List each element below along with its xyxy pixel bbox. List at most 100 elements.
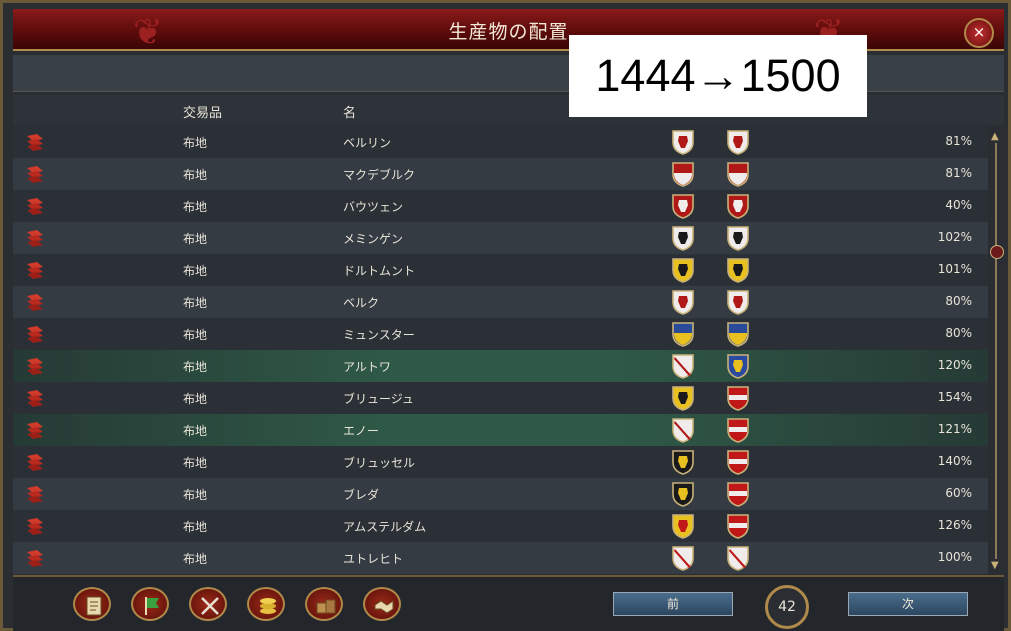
- owner-1500-shield-icon[interactable]: [726, 257, 750, 284]
- page-number: 42: [765, 585, 809, 629]
- cloth-icon: [24, 388, 46, 408]
- crossed-swords-button[interactable]: [189, 587, 227, 621]
- owner-1500-shield-icon[interactable]: [726, 193, 750, 220]
- cloth-icon: [24, 356, 46, 376]
- scrollbar[interactable]: ▲ ▼: [990, 131, 1004, 571]
- owner-1444-shield-icon[interactable]: [671, 481, 695, 508]
- crates-icon: [316, 599, 336, 614]
- owner-1500-shield-icon[interactable]: [726, 321, 750, 348]
- table-row[interactable]: 布地 アルトワ 120%: [13, 350, 988, 382]
- owner-1444-shield-icon[interactable]: [671, 321, 695, 348]
- table-row[interactable]: 布地 ユトレヒト 100%: [13, 542, 988, 574]
- owner-1500-shield-icon[interactable]: [726, 417, 750, 444]
- trade-good-cell: 布地: [183, 232, 208, 246]
- table-row[interactable]: 布地 ブリュージュ 154%: [13, 382, 988, 414]
- flag-icon: [145, 597, 159, 615]
- production-percent-cell: 101%: [937, 262, 972, 276]
- table-row[interactable]: 布地 ドルトムント 101%: [13, 254, 988, 286]
- trade-good-cell: 布地: [183, 552, 208, 566]
- province-name-cell: エノー: [343, 424, 380, 438]
- owner-1500-shield-icon[interactable]: [726, 353, 750, 380]
- province-name-cell: ミュンスター: [343, 328, 415, 342]
- owner-1500-shield-icon[interactable]: [726, 449, 750, 476]
- trade-good-header[interactable]: 交易品: [183, 102, 222, 121]
- owner-1444-shield-icon[interactable]: [671, 417, 695, 444]
- table-row[interactable]: 布地 アムステルダム 126%: [13, 510, 988, 542]
- next-button[interactable]: 次: [848, 592, 968, 616]
- scroll-thumb[interactable]: [990, 245, 1004, 259]
- production-percent-cell: 81%: [945, 166, 972, 180]
- owner-1444-shield-icon[interactable]: [671, 449, 695, 476]
- name-header[interactable]: 名: [343, 102, 356, 121]
- scroll-track[interactable]: [995, 143, 997, 559]
- cloth-icon: [24, 196, 46, 216]
- trade-good-cell: 布地: [183, 520, 208, 534]
- province-name-cell: アムステルダム: [343, 520, 427, 534]
- production-percent-cell: 60%: [945, 486, 972, 500]
- table-row[interactable]: 布地 ブリュッセル 140%: [13, 446, 988, 478]
- production-percent-cell: 81%: [945, 134, 972, 148]
- table-row[interactable]: 布地 ベルク 80%: [13, 286, 988, 318]
- production-percent-cell: 80%: [945, 294, 972, 308]
- owner-1500-shield-icon[interactable]: [726, 225, 750, 252]
- table-row[interactable]: 布地 エノー 121%: [13, 414, 988, 446]
- owner-1500-shield-icon[interactable]: [726, 481, 750, 508]
- owner-1500-shield-icon[interactable]: [726, 161, 750, 188]
- handshake-button[interactable]: [363, 587, 401, 621]
- production-percent-cell: 120%: [937, 358, 972, 372]
- trade-good-cell: 布地: [183, 360, 208, 374]
- production-window: ❦ ❦ 生産物の配置 × 1444→1500 交易品 名 布地 ベルリン 81% 布地…: [0, 0, 1011, 631]
- owner-1500-shield-icon[interactable]: [726, 385, 750, 412]
- province-name-cell: マクデブルク: [343, 168, 416, 182]
- cloth-icon: [24, 484, 46, 504]
- production-percent-cell: 126%: [937, 518, 972, 532]
- province-name-cell: バウツェン: [343, 200, 404, 214]
- table-row[interactable]: 布地 メミンゲン 102%: [13, 222, 988, 254]
- crates-button[interactable]: [305, 587, 343, 621]
- coins-icon: [260, 598, 276, 614]
- ledger-icon: [86, 596, 102, 616]
- trade-good-cell: 布地: [183, 488, 208, 502]
- prev-button[interactable]: 前: [613, 592, 733, 616]
- cloth-icon: [24, 324, 46, 344]
- production-percent-cell: 154%: [937, 390, 972, 404]
- province-name-cell: ドルトムント: [343, 264, 416, 278]
- cloth-icon: [24, 164, 46, 184]
- owner-1444-shield-icon[interactable]: [671, 129, 695, 156]
- owner-1444-shield-icon[interactable]: [671, 289, 695, 316]
- cloth-icon: [24, 132, 46, 152]
- owner-1500-shield-icon[interactable]: [726, 289, 750, 316]
- province-name-cell: メミンゲン: [343, 232, 404, 246]
- production-percent-cell: 100%: [937, 550, 972, 564]
- owner-1444-shield-icon[interactable]: [671, 225, 695, 252]
- owner-1444-shield-icon[interactable]: [671, 545, 695, 572]
- owner-1444-shield-icon[interactable]: [671, 385, 695, 412]
- production-percent-cell: 121%: [937, 422, 972, 436]
- owner-1444-shield-icon[interactable]: [671, 193, 695, 220]
- scroll-down-icon[interactable]: ▼: [991, 560, 999, 571]
- trade-good-cell: 布地: [183, 456, 208, 470]
- trade-good-cell: 布地: [183, 296, 208, 310]
- owner-1444-shield-icon[interactable]: [671, 513, 695, 540]
- province-name-cell: ユトレヒト: [343, 552, 404, 566]
- owner-1444-shield-icon[interactable]: [671, 257, 695, 284]
- close-button[interactable]: ×: [964, 18, 994, 48]
- owner-1444-shield-icon[interactable]: [671, 161, 695, 188]
- table-row[interactable]: 布地 バウツェン 40%: [13, 190, 988, 222]
- table-row[interactable]: 布地 マクデブルク 81%: [13, 158, 988, 190]
- ledger-button[interactable]: [73, 587, 111, 621]
- production-percent-cell: 80%: [945, 326, 972, 340]
- owner-1500-shield-icon[interactable]: [726, 513, 750, 540]
- production-percent-cell: 102%: [937, 230, 972, 244]
- owner-1500-shield-icon[interactable]: [726, 545, 750, 572]
- owner-1444-shield-icon[interactable]: [671, 353, 695, 380]
- owner-1500-shield-icon[interactable]: [726, 129, 750, 156]
- table-row[interactable]: 布地 ブレダ 60%: [13, 478, 988, 510]
- flag-button[interactable]: [131, 587, 169, 621]
- scroll-up-icon[interactable]: ▲: [991, 131, 999, 142]
- cloth-icon: [24, 452, 46, 472]
- coins-button[interactable]: [247, 587, 285, 621]
- table-row[interactable]: 布地 ミュンスター 80%: [13, 318, 988, 350]
- table-row[interactable]: 布地 ベルリン 81%: [13, 126, 988, 158]
- footer-bar: 前 42 次: [13, 575, 1004, 631]
